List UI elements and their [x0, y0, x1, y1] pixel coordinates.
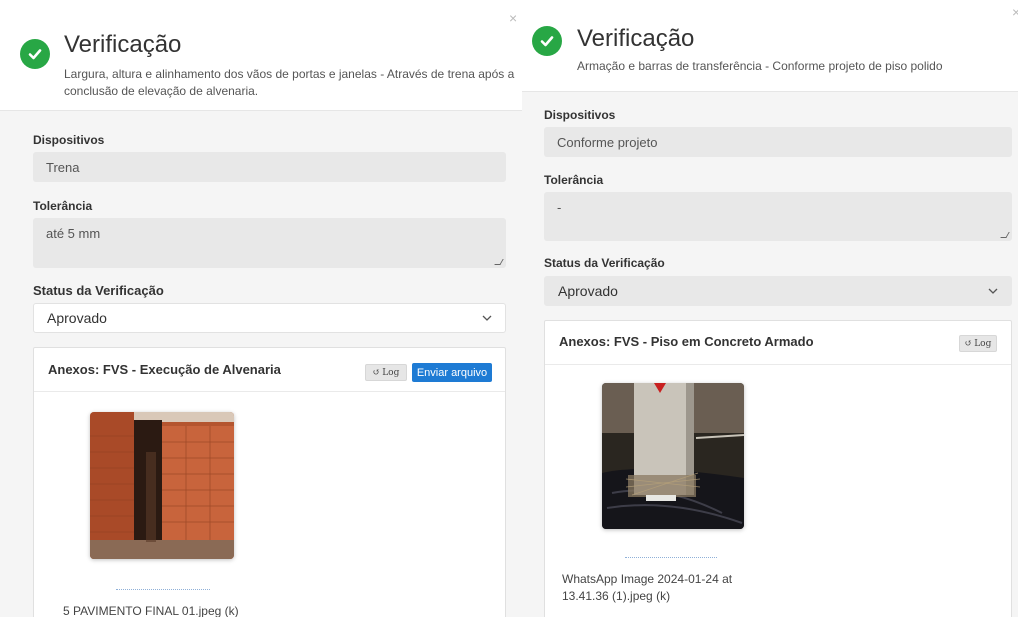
- thumbnail-separator: [116, 589, 210, 590]
- modal-body: Dispositivos Conforme projeto Tolerância…: [522, 92, 1018, 617]
- check-circle-icon: [532, 26, 562, 56]
- chevron-down-icon: [988, 288, 998, 294]
- log-button[interactable]: ↺ Log: [959, 335, 997, 352]
- tolerancia-label: Tolerância: [544, 173, 604, 187]
- attachment-thumbnail[interactable]: [602, 383, 744, 529]
- dispositivos-label: Dispositivos: [33, 133, 105, 147]
- verification-modal-left: × Verificação Largura, altura e alinhame…: [0, 0, 522, 617]
- send-file-button[interactable]: Enviar arquivo: [412, 363, 492, 382]
- tolerancia-value: -: [557, 200, 562, 215]
- tolerancia-textarea[interactable]: até 5 mm: [33, 218, 506, 268]
- attachment-image: [602, 383, 744, 529]
- attachments-header: Anexos: FVS - Piso em Concreto Armado ↺ …: [545, 321, 1011, 365]
- resize-handle[interactable]: [494, 259, 504, 265]
- modal-header: Verificação Armação e barras de transfer…: [522, 0, 1018, 92]
- modal-header: Verificação Largura, altura e alinhament…: [0, 0, 522, 111]
- attachments-panel: Anexos: FVS - Execução de Alvenaria ↺ Lo…: [33, 347, 506, 617]
- tolerancia-label: Tolerância: [33, 199, 93, 213]
- status-label: Status da Verificação: [33, 283, 164, 298]
- status-select[interactable]: Aprovado: [544, 276, 1012, 306]
- attachments-title: Anexos: FVS - Execução de Alvenaria: [48, 362, 281, 377]
- status-label: Status da Verificação: [544, 256, 665, 270]
- log-button-label: Log: [974, 338, 992, 349]
- modal-title: Verificação: [577, 25, 695, 52]
- check-circle-icon: [20, 39, 50, 69]
- history-icon: ↺: [964, 338, 973, 349]
- dispositivos-value: Conforme projeto: [557, 135, 658, 150]
- status-select[interactable]: Aprovado: [33, 303, 506, 333]
- chevron-down-icon: [482, 315, 492, 321]
- modal-description: Largura, altura e alinhamento dos vãos d…: [64, 67, 515, 98]
- resize-handle[interactable]: [1000, 232, 1010, 238]
- tolerancia-value: até 5 mm: [46, 226, 101, 241]
- tolerancia-textarea[interactable]: -: [544, 192, 1012, 241]
- modal-body: Dispositivos Trena Tolerância até 5 mm S…: [0, 111, 522, 617]
- attachment-image: [90, 412, 234, 559]
- log-button[interactable]: ↺ Log: [365, 364, 407, 381]
- status-selected-value: Aprovado: [558, 283, 618, 299]
- status-selected-value: Aprovado: [47, 310, 107, 326]
- log-button-label: Log: [382, 367, 400, 378]
- attachment-thumbnail[interactable]: [90, 412, 234, 559]
- thumbnail-separator: [625, 557, 717, 558]
- dispositivos-value: Trena: [46, 160, 80, 175]
- attachments-panel: Anexos: FVS - Piso em Concreto Armado ↺ …: [544, 320, 1012, 617]
- modal-title: Verificação: [64, 31, 182, 58]
- history-icon: ↺: [372, 367, 381, 378]
- dispositivos-field[interactable]: Trena: [33, 152, 506, 182]
- modal-description: Armação e barras de transferência - Conf…: [577, 59, 943, 73]
- verification-modal-right: × Verificação Armação e barras de transf…: [522, 0, 1018, 617]
- attachments-title: Anexos: FVS - Piso em Concreto Armado: [559, 334, 814, 349]
- attachments-header: Anexos: FVS - Execução de Alvenaria ↺ Lo…: [34, 348, 505, 392]
- dispositivos-label: Dispositivos: [544, 108, 616, 122]
- dispositivos-field[interactable]: Conforme projeto: [544, 127, 1012, 157]
- attachment-filename[interactable]: WhatsApp Image 2024-01-24 at 13.41.36 (1…: [562, 571, 762, 605]
- attachment-filename[interactable]: 5 PAVIMENTO FINAL 01.jpeg (k): [63, 603, 263, 617]
